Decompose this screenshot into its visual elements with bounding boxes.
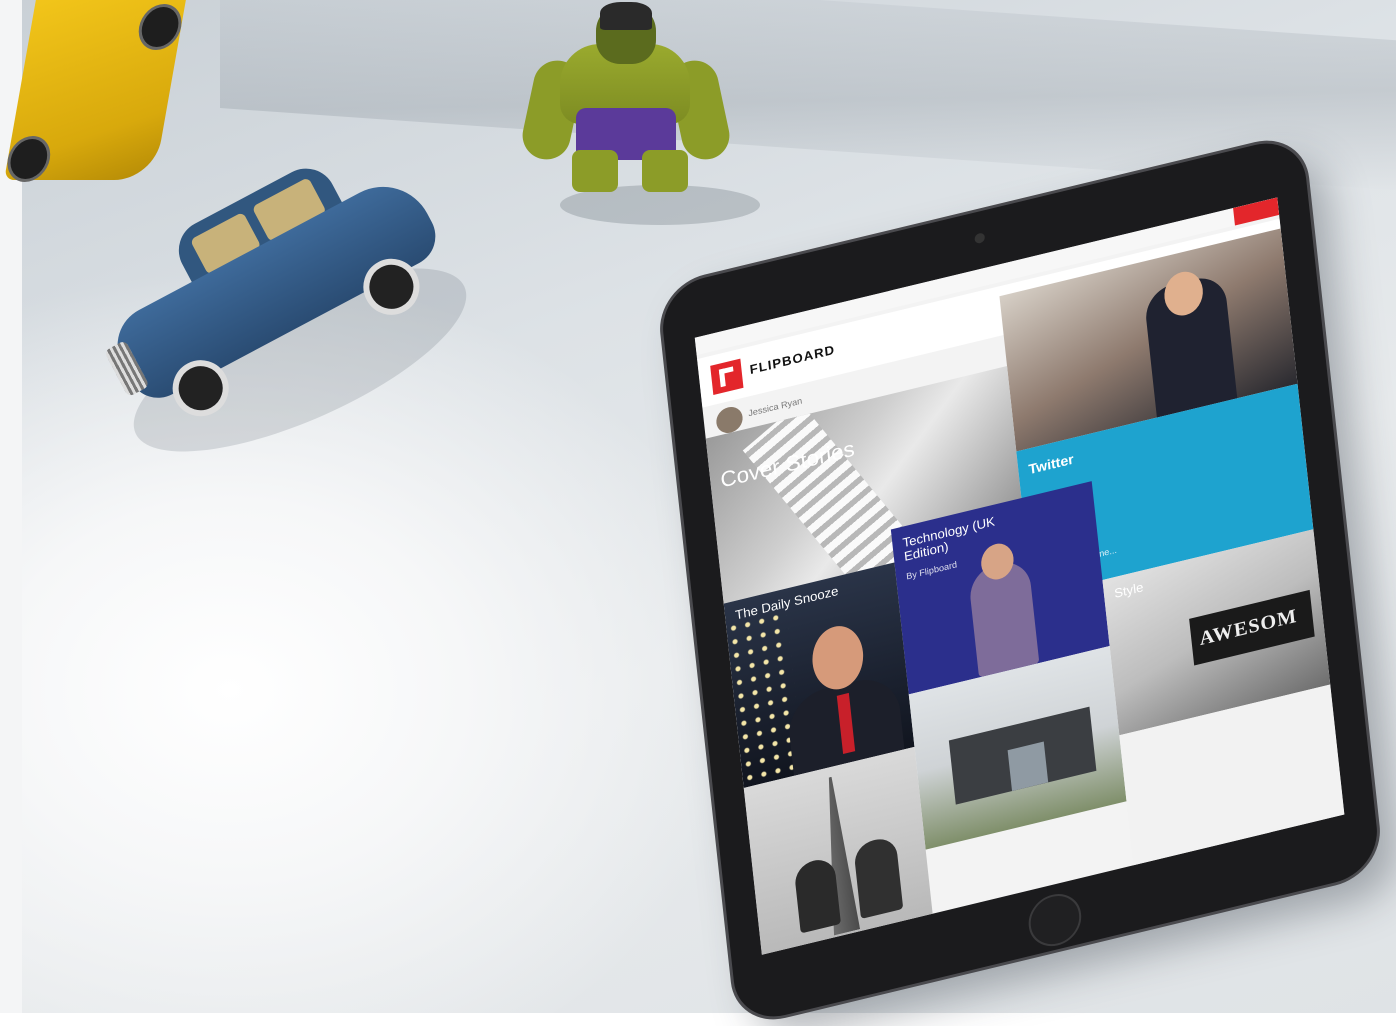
tablet-device: FLIPBOARD Jessica Ryan Cover Stories Twi…: [658, 133, 1382, 1026]
photo-door: [1007, 741, 1049, 792]
profile-name: Jessica Ryan: [747, 395, 803, 419]
tile-title: Style: [1113, 579, 1145, 601]
flipboard-logo-icon[interactable]: [710, 358, 744, 395]
camera-icon: [974, 232, 986, 245]
tile-subtitle: By Flipboard: [905, 559, 958, 582]
home-button[interactable]: [1026, 888, 1084, 952]
tablet-screen[interactable]: FLIPBOARD Jessica Ryan Cover Stories Twi…: [694, 197, 1345, 955]
photo-figure: [853, 835, 904, 919]
tablet-wrapper: FLIPBOARD Jessica Ryan Cover Stories Twi…: [0, 0, 1396, 1026]
app-name: FLIPBOARD: [748, 341, 836, 378]
tile-title: Twitter: [1027, 450, 1075, 478]
